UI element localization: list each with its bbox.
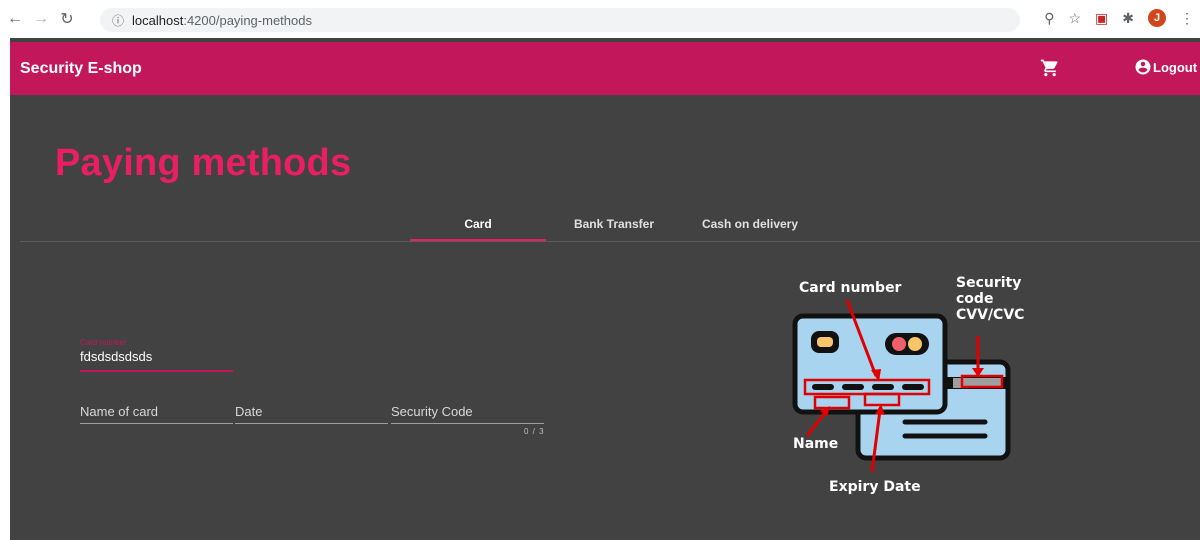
- active-tab-indicator: [410, 239, 546, 241]
- reload-icon[interactable]: ↻: [56, 8, 78, 30]
- security-code-field[interactable]: Security Code: [391, 404, 544, 424]
- brand-title[interactable]: Security E-shop: [20, 60, 142, 78]
- url-path: :4200/paying-methods: [183, 12, 312, 28]
- annotation-card-number: Card number: [799, 280, 902, 296]
- security-code-counter: 0 / 3: [524, 427, 545, 436]
- annotation-security-line1: Security: [956, 275, 1022, 291]
- annotation-name: Name: [793, 436, 839, 452]
- card-diagram: Card number Security code CVV/CVC Name E…: [775, 275, 1035, 501]
- card-number-input[interactable]: fdsdsdsdsds: [80, 349, 233, 364]
- name-of-card-input[interactable]: Name of card: [80, 404, 233, 419]
- top-toolbar: Security E-shop Logout: [10, 42, 1200, 95]
- logout-label: Logout: [1153, 59, 1198, 75]
- date-field[interactable]: Date: [235, 404, 388, 424]
- card-number-underline: [80, 370, 233, 372]
- forward-icon[interactable]: →: [30, 8, 52, 30]
- account-circle-icon: [1135, 59, 1151, 75]
- more-menu-icon[interactable]: ⋮: [1180, 10, 1194, 27]
- browser-toolbar: ← → ↻ ⓘ localhost:4200/paying-methods ⚲ …: [0, 0, 1200, 38]
- key-icon[interactable]: ⚲: [1044, 10, 1054, 27]
- address-bar[interactable]: ⓘ localhost:4200/paying-methods: [100, 8, 1020, 32]
- date-input[interactable]: Date: [235, 404, 388, 419]
- tab-cash-on-delivery[interactable]: Cash on delivery: [682, 206, 818, 242]
- bookmark-star-icon[interactable]: ☆: [1068, 10, 1081, 27]
- date-underline: [235, 423, 388, 424]
- card-number-field[interactable]: Card number fdsdsdsdsds: [80, 338, 233, 372]
- site-info-icon[interactable]: ⓘ: [112, 12, 124, 29]
- name-of-card-underline: [80, 423, 233, 424]
- logout-button[interactable]: Logout: [1134, 58, 1197, 76]
- app-root: Security E-shop Logout Paying methods Ca…: [10, 38, 1200, 540]
- name-of-card-field[interactable]: Name of card: [80, 404, 233, 424]
- annotation-security-code: Security code CVV/CVC: [956, 275, 1024, 323]
- annotation-security-line3: CVV/CVC: [956, 307, 1025, 323]
- url-host: localhost: [132, 12, 184, 28]
- annotation-expiry-date: Expiry Date: [829, 479, 921, 495]
- extension-shield-icon[interactable]: ▣: [1095, 10, 1108, 27]
- browser-actions: ⚲ ☆ ▣ ✱ J ⋮: [1044, 9, 1194, 27]
- shopping-cart-icon[interactable]: [1040, 58, 1060, 78]
- security-code-underline: [391, 423, 544, 424]
- tab-card[interactable]: Card: [410, 206, 546, 242]
- extensions-puzzle-icon[interactable]: ✱: [1122, 10, 1134, 27]
- card-number-label: Card number: [80, 338, 127, 347]
- back-icon[interactable]: ←: [4, 8, 26, 30]
- tab-bank-transfer[interactable]: Bank Transfer: [546, 206, 682, 242]
- page-title: Paying methods: [55, 142, 352, 184]
- annotation-security-line2: code: [956, 291, 994, 307]
- profile-avatar[interactable]: J: [1148, 9, 1166, 27]
- security-code-input[interactable]: Security Code: [391, 404, 544, 419]
- payment-tabs: Card Bank Transfer Cash on delivery: [20, 206, 1200, 242]
